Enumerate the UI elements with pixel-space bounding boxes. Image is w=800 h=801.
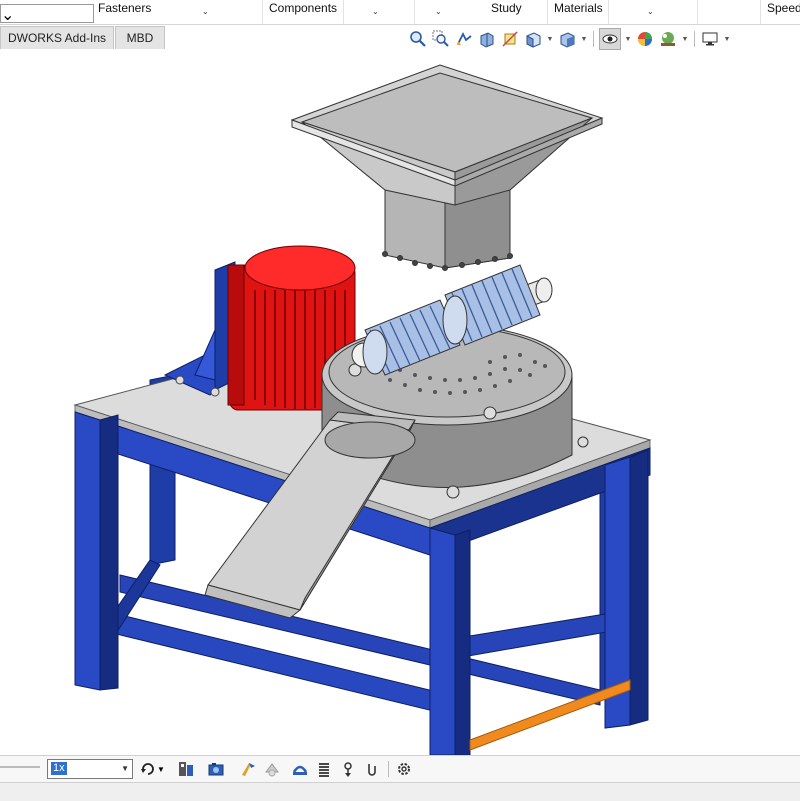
chevron-down-icon[interactable]: ▼ bbox=[121, 764, 129, 773]
chevron-down-icon[interactable]: ▼ bbox=[723, 36, 731, 43]
spring-icon[interactable] bbox=[314, 759, 334, 779]
apply-scene-icon[interactable] bbox=[658, 29, 678, 49]
edit-appearance-icon[interactable] bbox=[635, 29, 655, 49]
ribbon-group-label: Materials bbox=[554, 1, 603, 15]
toolbar-separator bbox=[593, 31, 594, 47]
motion-study-toolbar: 1x ▼ ▼ bbox=[0, 755, 800, 782]
view-settings-icon[interactable] bbox=[700, 29, 720, 49]
exploded-view-icon[interactable] bbox=[176, 759, 196, 779]
settings-icon[interactable] bbox=[394, 759, 414, 779]
ribbon-group-label: Components bbox=[269, 1, 338, 15]
previous-view-icon[interactable] bbox=[454, 29, 474, 49]
grinder-machine-assembly[interactable] bbox=[0, 50, 800, 756]
tab-mbd[interactable]: MBD bbox=[115, 26, 165, 49]
ribbon-group-label: Speed bbox=[767, 1, 800, 15]
pin-icon[interactable] bbox=[262, 759, 282, 779]
chevron-down-icon[interactable]: ▼ bbox=[624, 36, 632, 43]
view-orientation-icon[interactable] bbox=[523, 29, 543, 49]
chevron-down-icon[interactable]: ▼ bbox=[546, 36, 554, 43]
chevron-down-icon: ⌄ bbox=[647, 7, 654, 16]
zoom-area-icon[interactable] bbox=[431, 29, 451, 49]
chevron-down-icon[interactable]: ▼ bbox=[580, 36, 588, 43]
chevron-down-icon[interactable]: ▼ bbox=[156, 759, 166, 779]
toolbar-separator bbox=[694, 31, 695, 47]
ribbon-group-label: Study bbox=[491, 1, 522, 15]
display-style-icon[interactable] bbox=[557, 29, 577, 49]
smart-mate-icon[interactable] bbox=[238, 759, 258, 779]
ribbon-group-fasteners[interactable]: Fasteners ⌄ bbox=[92, 0, 263, 24]
zoom-to-fit-icon[interactable] bbox=[408, 29, 428, 49]
command-manager-ribbon: ⌄ Fasteners ⌄ Components ⌄ ⌄ Study Mater… bbox=[0, 0, 800, 25]
belt-icon[interactable] bbox=[290, 759, 310, 779]
ribbon-dropdown-b[interactable]: ⌄ bbox=[609, 0, 698, 24]
ribbon-group-materials[interactable]: Materials bbox=[548, 0, 609, 24]
status-bar bbox=[0, 782, 800, 801]
ribbon-empty bbox=[698, 0, 758, 24]
playback-speed-select[interactable]: 1x ▼ bbox=[47, 759, 133, 779]
toolbar-separator bbox=[388, 761, 389, 777]
feed-hopper bbox=[290, 64, 604, 271]
contact-icon[interactable] bbox=[362, 759, 382, 779]
slider-track[interactable] bbox=[0, 766, 40, 768]
graphics-area[interactable] bbox=[0, 50, 800, 756]
heads-up-view-toolbar: ▼ ▼ ▼ ▼ ▼ bbox=[408, 28, 731, 50]
dynamic-annotation-icon[interactable] bbox=[500, 29, 520, 49]
ribbon-group-label: Fasteners bbox=[98, 1, 152, 15]
chevron-down-icon[interactable]: ▼ bbox=[681, 36, 689, 43]
hide-show-items-icon[interactable] bbox=[599, 28, 621, 50]
ribbon-dropdown-a[interactable]: ⌄ bbox=[344, 0, 415, 24]
playback-speed-value: 1x bbox=[51, 762, 67, 775]
rotate-icon[interactable] bbox=[138, 759, 158, 779]
camera-icon[interactable] bbox=[206, 759, 226, 779]
chevron-down-icon[interactable]: ⌄ bbox=[202, 7, 209, 16]
ribbon-group-components[interactable]: Components bbox=[263, 0, 344, 24]
ribbon-group-speed[interactable]: Speed bbox=[760, 0, 800, 24]
ribbon-group-study[interactable]: ⌄ Study bbox=[415, 0, 548, 24]
gravity-icon[interactable] bbox=[338, 759, 358, 779]
chevron-down-icon: ⌄ bbox=[435, 7, 442, 16]
ribbon-combo[interactable]: ⌄ bbox=[0, 4, 94, 24]
chevron-down-icon: ⌄ bbox=[1, 7, 15, 24]
tab-solidworks-addins[interactable]: DWORKS Add-Ins bbox=[0, 26, 114, 49]
chevron-down-icon: ⌄ bbox=[372, 7, 379, 16]
section-view-icon[interactable] bbox=[477, 29, 497, 49]
